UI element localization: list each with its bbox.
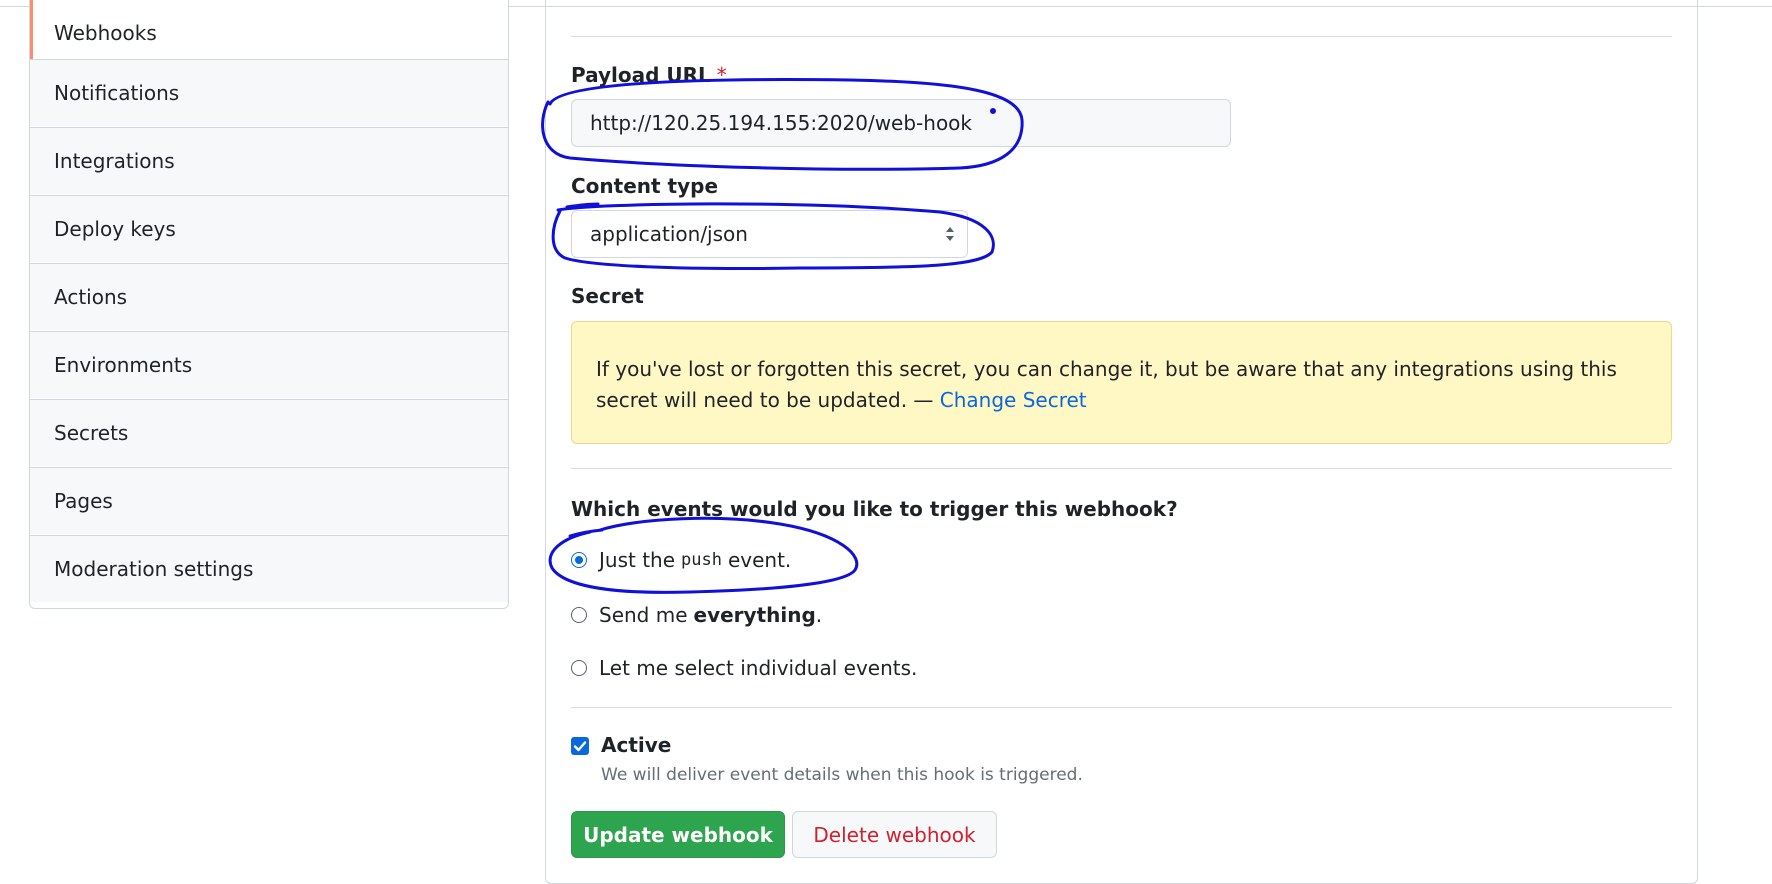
sidebar-item-label: Integrations xyxy=(54,149,175,173)
sidebar-item-label: Pages xyxy=(54,489,113,513)
active-label: Active xyxy=(601,733,672,757)
update-webhook-button[interactable]: Update webhook xyxy=(571,811,785,858)
content-type-label: Content type xyxy=(571,174,719,198)
content-type-select[interactable]: application/json xyxy=(571,210,968,258)
sidebar-item-integrations[interactable]: Integrations xyxy=(30,127,508,194)
secret-label: Secret xyxy=(571,284,644,308)
sidebar-item-secrets[interactable]: Secrets xyxy=(30,399,508,466)
option-text: . xyxy=(815,603,823,627)
radio-push[interactable] xyxy=(571,552,587,568)
option-text: Send me xyxy=(599,603,688,627)
option-text: Just the xyxy=(599,548,676,572)
sidebar-item-webhooks[interactable]: Webhooks xyxy=(30,0,508,66)
sidebar-item-notifications[interactable]: Notifications xyxy=(30,59,508,126)
sidebar-item-moderation-settings[interactable]: Moderation settings xyxy=(30,535,508,602)
delete-webhook-button[interactable]: Delete webhook xyxy=(792,811,997,858)
events-question: Which events would you like to trigger t… xyxy=(571,497,1178,521)
sidebar-item-actions[interactable]: Actions xyxy=(30,263,508,330)
settings-sidebar: Webhooks Notifications Integrations Depl… xyxy=(29,0,509,609)
payload-url-value: http://120.25.194.155:2020/web-hook xyxy=(590,111,972,135)
sidebar-item-label: Notifications xyxy=(54,81,180,105)
select-arrows-icon xyxy=(946,227,954,241)
radio-select-individual[interactable] xyxy=(571,660,587,676)
checkmark-icon xyxy=(573,741,587,752)
payload-url-input[interactable]: http://120.25.194.155:2020/web-hook xyxy=(571,99,1231,147)
sidebar-item-environments[interactable]: Environments xyxy=(30,331,508,398)
payload-url-label: Payload URL * xyxy=(571,63,727,87)
active-hint: We will deliver event details when this … xyxy=(601,765,1083,785)
sidebar-item-deploy-keys[interactable]: Deploy keys xyxy=(30,195,508,262)
radio-everything[interactable] xyxy=(571,607,587,623)
sidebar-item-label: Webhooks xyxy=(54,20,157,45)
sidebar-item-label: Deploy keys xyxy=(54,217,176,241)
sidebar-item-label: Environments xyxy=(54,353,193,377)
option-text: event. xyxy=(727,548,792,572)
secret-notice-text: If you've lost or forgotten this secret,… xyxy=(596,357,1617,412)
sidebar-item-label: Actions xyxy=(54,285,128,309)
event-option-everything[interactable]: Send me everything . xyxy=(571,603,822,627)
active-checkbox[interactable] xyxy=(571,737,589,755)
sidebar-item-label: Moderation settings xyxy=(54,557,254,581)
option-bold-text: everything xyxy=(693,603,816,627)
divider xyxy=(571,707,1672,708)
divider xyxy=(571,468,1672,469)
secret-notice: If you've lost or forgotten this secret,… xyxy=(571,321,1672,444)
event-option-push[interactable]: Just the push event. xyxy=(571,548,791,572)
change-secret-link[interactable]: Change Secret xyxy=(940,388,1087,412)
option-text: Let me select individual events. xyxy=(599,656,918,680)
push-code: push xyxy=(681,550,722,570)
divider xyxy=(571,36,1672,37)
required-mark: * xyxy=(716,63,727,87)
sidebar-item-label: Secrets xyxy=(54,421,129,445)
content-type-value: application/json xyxy=(590,222,748,246)
sidebar-item-pages[interactable]: Pages xyxy=(30,467,508,534)
event-option-select-individual[interactable]: Let me select individual events. xyxy=(571,656,917,680)
